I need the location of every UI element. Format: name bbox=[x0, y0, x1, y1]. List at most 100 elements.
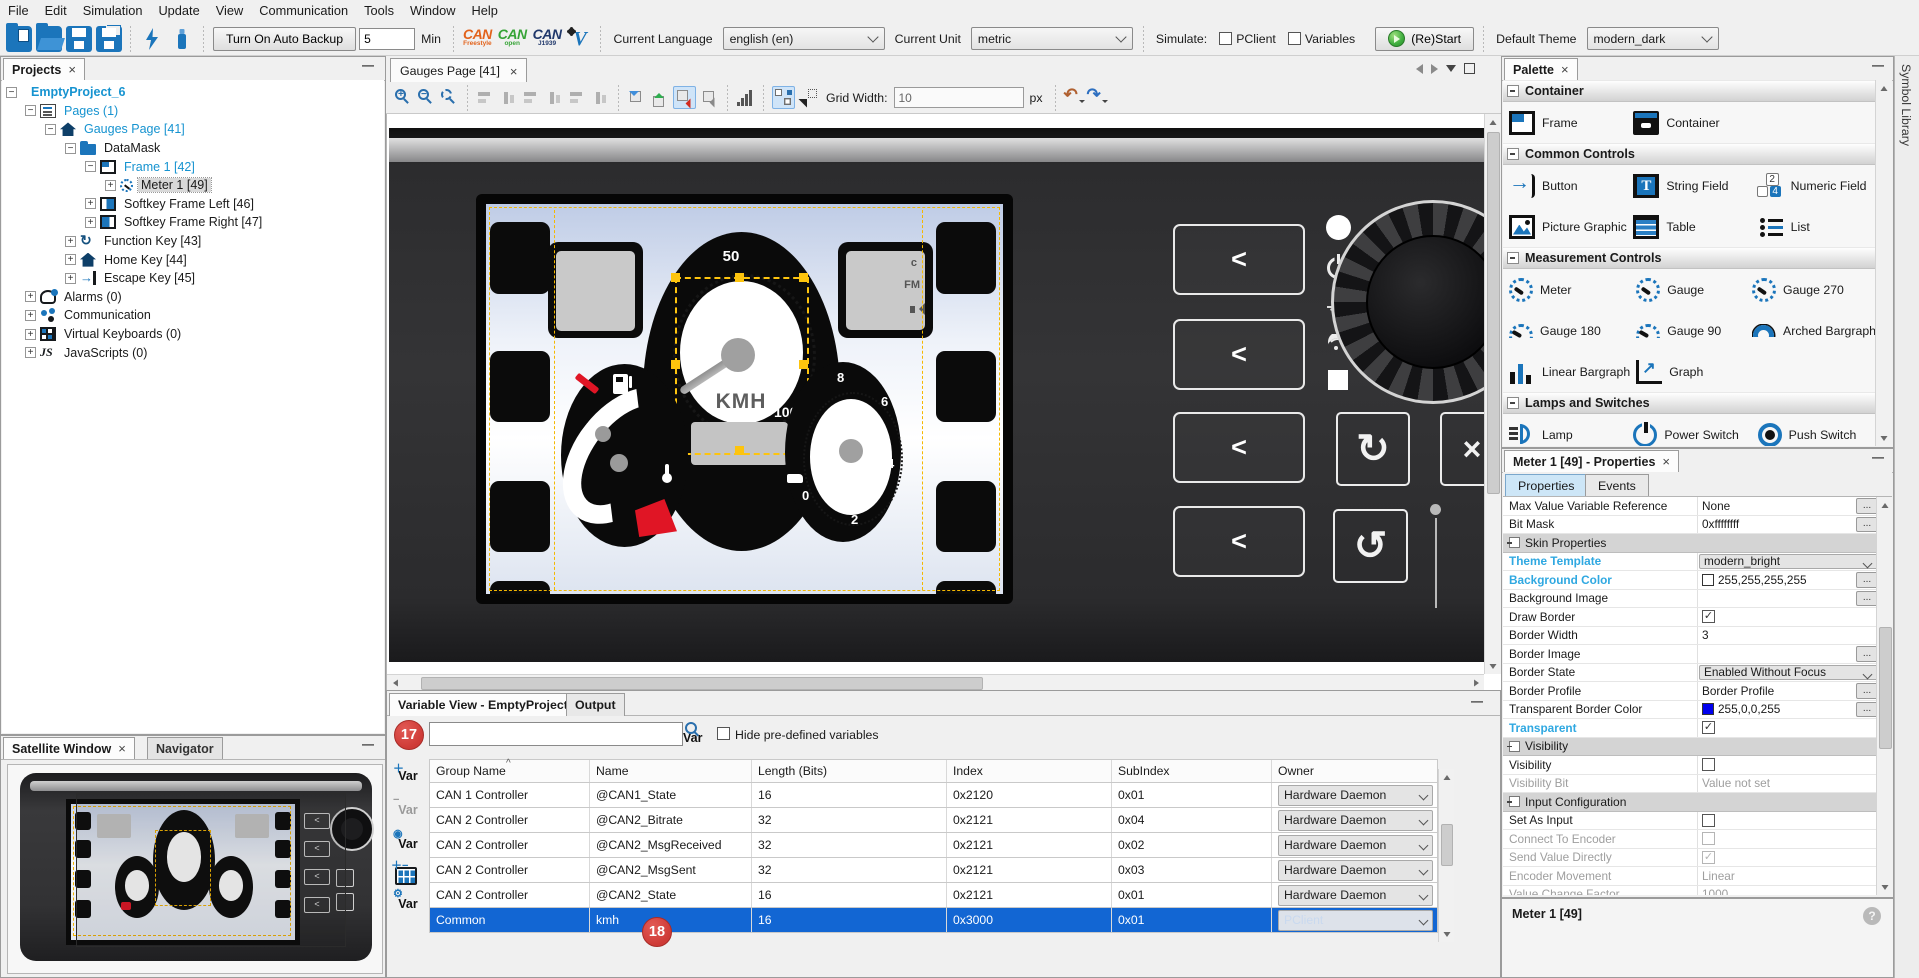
menu-item[interactable]: View bbox=[208, 0, 252, 22]
table-vertical-scrollbar[interactable] bbox=[1438, 769, 1454, 942]
close-icon[interactable]: × bbox=[68, 62, 76, 77]
cell-subindex[interactable]: 0x01 bbox=[1112, 783, 1272, 807]
output-tab[interactable]: Output bbox=[566, 693, 625, 716]
gauges-page-tab[interactable]: Gauges Page [41] × bbox=[390, 58, 527, 83]
datamask-screen[interactable]: c FM 50 0 100 KMH bbox=[486, 204, 1003, 594]
cell-subindex[interactable]: 0x01 bbox=[1112, 908, 1272, 932]
column-header[interactable]: SubIndex bbox=[1112, 760, 1272, 782]
property-checkbox[interactable]: ✓ bbox=[1702, 610, 1715, 623]
align-right-icon[interactable] bbox=[522, 88, 541, 107]
collapse-icon[interactable] bbox=[1507, 148, 1519, 160]
tree-item[interactable]: + Virtual Keyboards (0) bbox=[2, 325, 384, 344]
property-value-cell[interactable] bbox=[1626, 793, 1879, 811]
ellipsis-button[interactable]: ... bbox=[1856, 517, 1878, 533]
ellipsis-button[interactable]: ... bbox=[1856, 498, 1878, 514]
navigator-tab[interactable]: Navigator bbox=[147, 737, 223, 759]
palette-scrollbar[interactable] bbox=[1875, 80, 1892, 446]
palette-section-common[interactable]: Common Controls bbox=[1503, 143, 1876, 165]
cell-group-name[interactable]: CAN 2 Controller bbox=[430, 808, 590, 832]
minimize-icon[interactable]: — bbox=[361, 61, 375, 73]
palette-item[interactable]: Graph bbox=[1630, 351, 1746, 392]
cell-name[interactable]: @CAN1_State bbox=[590, 783, 752, 807]
property-value-cell[interactable]: Value not set bbox=[1698, 775, 1879, 793]
cell-name[interactable]: @CAN2_MsgSent bbox=[590, 858, 752, 882]
tree-item[interactable]: + Alarms (0) bbox=[2, 288, 384, 307]
cell-subindex[interactable]: 0x04 bbox=[1112, 808, 1272, 832]
property-row[interactable]: Connect To Encoder bbox=[1503, 830, 1879, 849]
scrollbar-thumb[interactable] bbox=[1487, 132, 1500, 494]
property-row[interactable]: Border Image ... bbox=[1503, 645, 1879, 664]
property-row[interactable]: Bit Mask 0xffffffff ... bbox=[1503, 516, 1879, 535]
palette-item[interactable]: Gauge 180 bbox=[1503, 310, 1630, 351]
close-icon[interactable]: × bbox=[510, 64, 518, 79]
tree-expander-icon[interactable]: − bbox=[45, 124, 56, 135]
palette-item[interactable]: Meter bbox=[1503, 269, 1630, 310]
palette-item[interactable]: Gauge bbox=[1630, 269, 1746, 310]
cell-name[interactable]: @CAN2_MsgReceived bbox=[590, 833, 752, 857]
column-header[interactable]: Length (Bits) bbox=[752, 760, 947, 782]
cell-group-name[interactable]: Common bbox=[430, 908, 590, 932]
menu-item[interactable]: Help bbox=[464, 0, 506, 22]
property-row[interactable]: Transparent Border Color 255,0,0,255 ... bbox=[1503, 701, 1879, 720]
snap-to-grid-icon[interactable] bbox=[673, 86, 696, 109]
property-row[interactable]: Background Color 255,255,255,255 ... bbox=[1503, 571, 1879, 590]
tree-item[interactable]: − Frame 1 [42] bbox=[2, 157, 384, 176]
tab-events[interactable]: Events bbox=[1585, 474, 1649, 496]
variable-row[interactable]: Common kmh 16 0x3000 0x01 PClient bbox=[429, 908, 1438, 933]
tree-expander-icon[interactable]: + bbox=[85, 217, 96, 228]
add-variable-button[interactable]: ＋Var bbox=[393, 769, 423, 783]
tab-scroll-left-icon[interactable] bbox=[1416, 64, 1423, 74]
align-top-icon[interactable] bbox=[545, 88, 564, 107]
tree-expander-icon[interactable]: − bbox=[85, 161, 96, 172]
property-row[interactable]: Border Width 3 bbox=[1503, 627, 1879, 646]
tree-expander-icon[interactable]: − bbox=[65, 143, 76, 154]
property-value-cell[interactable] bbox=[1698, 590, 1855, 608]
column-header[interactable]: Index bbox=[947, 760, 1112, 782]
tree-item[interactable]: + Home Key [44] bbox=[2, 250, 384, 269]
property-value-cell[interactable]: ✓ bbox=[1698, 719, 1879, 737]
close-icon[interactable]: × bbox=[1662, 454, 1670, 469]
cell-length[interactable]: 16 bbox=[752, 883, 947, 907]
property-value-cell[interactable]: 255,255,255,255 bbox=[1698, 571, 1855, 589]
property-row[interactable]: Send Value Directly ✓ bbox=[1503, 849, 1879, 868]
palette-item[interactable]: Linear Bargraph bbox=[1503, 351, 1630, 392]
scrollbar-thumb[interactable] bbox=[1441, 824, 1453, 866]
tree-item[interactable]: + Escape Key [45] bbox=[2, 269, 384, 288]
tree-item[interactable]: + Communication bbox=[2, 306, 384, 325]
cell-index[interactable]: 0x2121 bbox=[947, 808, 1112, 832]
palette-section-lamps[interactable]: Lamps and Switches bbox=[1503, 392, 1876, 414]
palette-item[interactable]: Lamp bbox=[1503, 414, 1627, 446]
tree-expander-icon[interactable]: + bbox=[65, 236, 76, 247]
align-center-icon[interactable] bbox=[499, 88, 518, 107]
align-middle-icon[interactable] bbox=[568, 88, 587, 107]
align-bottom-icon[interactable] bbox=[591, 88, 610, 107]
connect-device-icon[interactable] bbox=[139, 26, 165, 52]
variables-checkbox[interactable] bbox=[1288, 32, 1301, 45]
can-protocol-icon[interactable]: CAN J1939 bbox=[533, 29, 562, 49]
owner-select[interactable]: PClient bbox=[1278, 910, 1433, 931]
palette-item[interactable]: Power Switch bbox=[1627, 414, 1751, 446]
tree-item[interactable]: − Pages (1) bbox=[2, 102, 384, 121]
cell-group-name[interactable]: CAN 1 Controller bbox=[430, 783, 590, 807]
tree-expander-icon[interactable]: + bbox=[65, 254, 76, 265]
can-protocol-icon[interactable]: CAN open bbox=[498, 29, 527, 49]
menu-item[interactable]: Update bbox=[150, 0, 207, 22]
restart-button[interactable]: (Re)Start bbox=[1375, 27, 1474, 51]
variable-search-input[interactable] bbox=[429, 722, 683, 746]
tree-item[interactable]: + Meter 1 [49] bbox=[2, 176, 384, 195]
ruler-icon[interactable] bbox=[736, 88, 755, 107]
tree-item[interactable]: + Softkey Frame Left [46] bbox=[2, 195, 384, 214]
property-value-cell[interactable]: None bbox=[1698, 497, 1855, 515]
property-value-cell[interactable]: 255,0,0,255 bbox=[1698, 701, 1855, 719]
property-row[interactable]: Input Configuration bbox=[1503, 793, 1879, 812]
cell-index[interactable]: 0x3000 bbox=[947, 908, 1112, 932]
tree-expander-icon[interactable]: + bbox=[25, 329, 36, 340]
column-header[interactable]: Name bbox=[590, 760, 752, 782]
ellipsis-button[interactable]: ... bbox=[1856, 591, 1878, 607]
close-icon[interactable]: × bbox=[118, 741, 126, 756]
cell-subindex[interactable]: 0x01 bbox=[1112, 883, 1272, 907]
collapse-icon[interactable] bbox=[1507, 252, 1519, 264]
property-checkbox[interactable] bbox=[1702, 832, 1715, 845]
variable-row[interactable]: CAN 2 Controller @CAN2_MsgSent 32 0x2121… bbox=[429, 858, 1438, 883]
hide-predefined-checkbox[interactable] bbox=[717, 727, 730, 740]
